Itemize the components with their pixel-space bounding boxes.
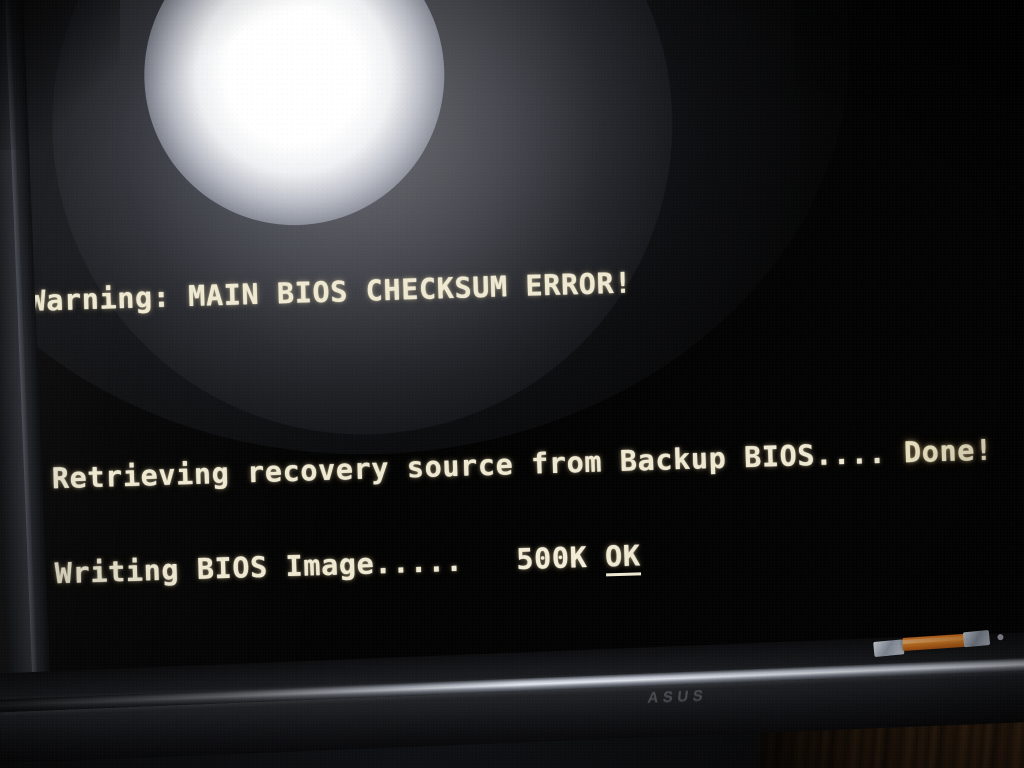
flash-glare-halo [40, 0, 685, 447]
flash-glare-core [138, 0, 451, 231]
bios-retrieving-line: Retrieving recovery source from Backup B… [33, 430, 1024, 499]
bios-writing-text: Writing BIOS Image..... [54, 544, 464, 591]
bios-error-photo: Warning: MAIN BIOS CHECKSUM ERROR! Retri… [0, 0, 1024, 768]
monitor-body: Warning: MAIN BIOS CHECKSUM ERROR! Retri… [0, 0, 1024, 764]
bios-warning-line: Warning: MAIN BIOS CHECKSUM ERROR! [28, 252, 1024, 321]
screen-sensor-noise [17, 0, 1024, 688]
bios-retrieving-text: Retrieving recovery source from Backup B… [51, 436, 887, 496]
flash-bloom [17, 0, 866, 473]
bezel-metal-clip-left [873, 639, 905, 658]
asus-brand-logo: ASUS [646, 686, 709, 707]
bios-warning-text: Warning: MAIN BIOS CHECKSUM ERROR! [27, 266, 633, 318]
bios-write-progress: 500K [515, 540, 588, 577]
bios-writing-line: Writing BIOS Image..... 500K OK [36, 525, 1024, 594]
bios-retrieving-status: Done! [903, 433, 994, 470]
bios-blank-line [31, 347, 1024, 404]
screen-glass-sheen [17, 0, 1024, 688]
monitor-screen: Warning: MAIN BIOS CHECKSUM ERROR! Retri… [17, 0, 1024, 688]
bios-console-output: Warning: MAIN BIOS CHECKSUM ERROR! Retri… [26, 195, 1024, 650]
bios-writing-status: OK [604, 539, 642, 577]
bezel-metal-clip-right [962, 629, 991, 648]
